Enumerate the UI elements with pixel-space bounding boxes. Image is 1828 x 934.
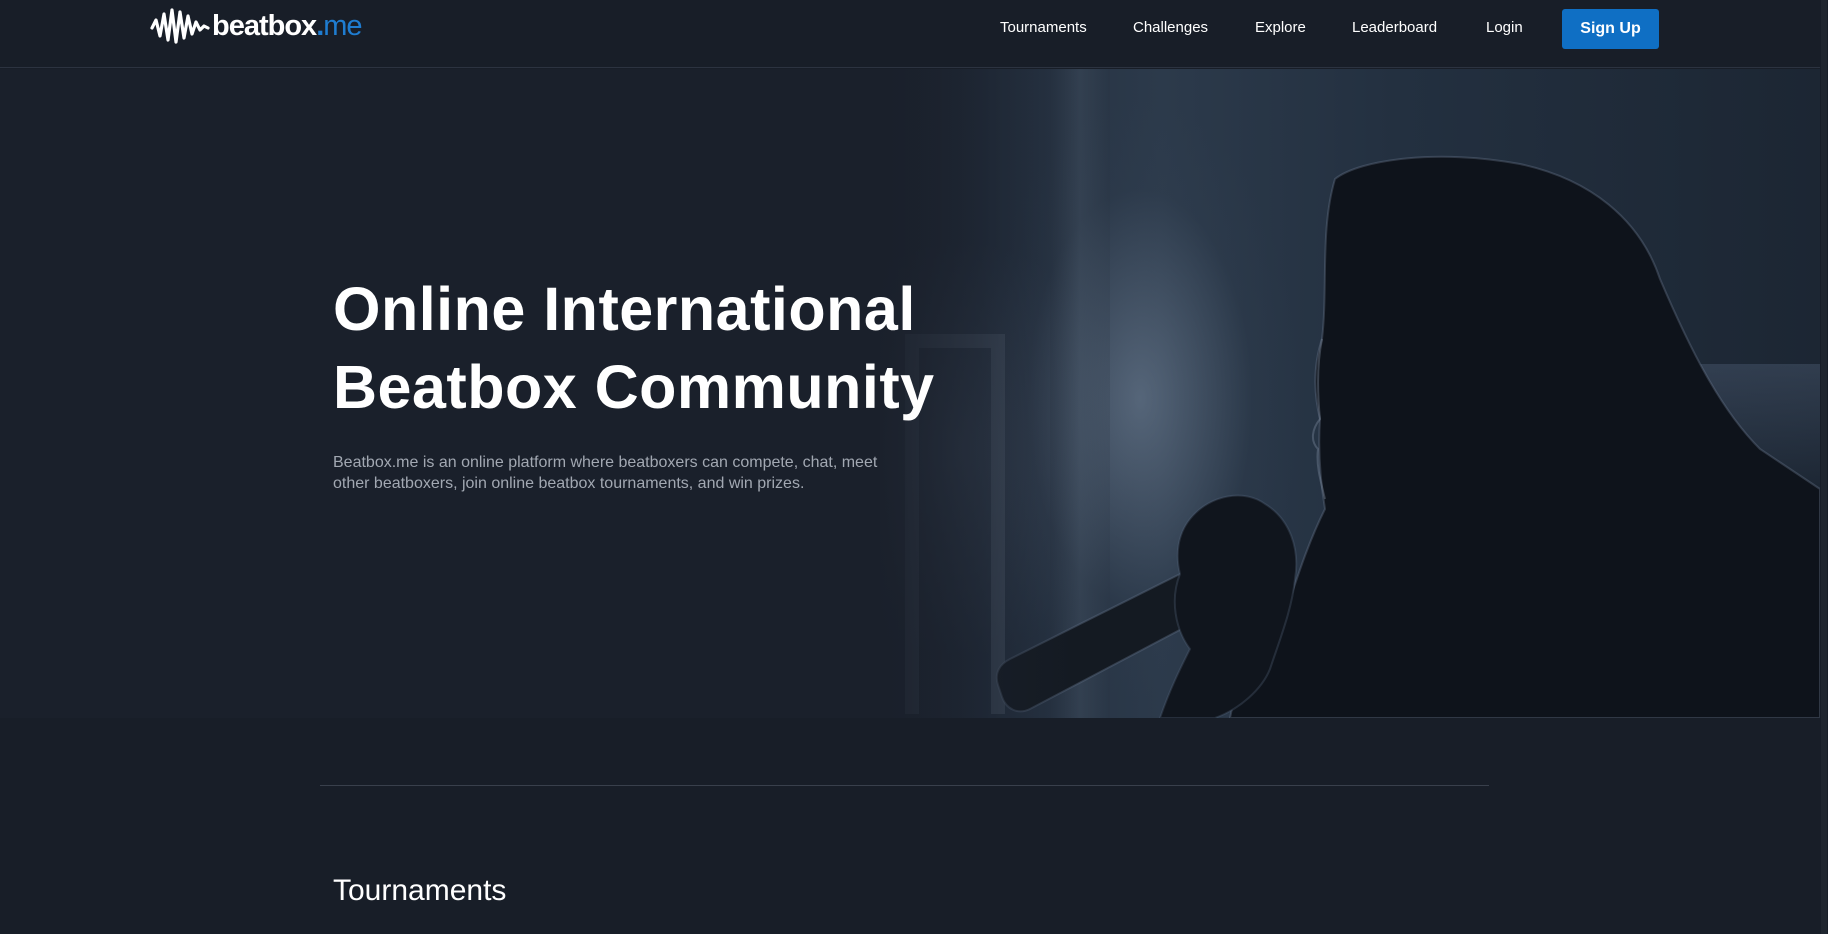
hero-description: Beatbox.me is an online platform where b… xyxy=(333,452,903,494)
beatbox-logo[interactable]: beatbox. me xyxy=(150,6,363,46)
hero-description-line-1: Beatbox.me is an online platform where b… xyxy=(333,454,878,471)
logo-dot: . xyxy=(316,9,324,42)
sign-up-button[interactable]: Sign Up xyxy=(1562,9,1659,49)
nav-leaderboard[interactable]: Leaderboard xyxy=(1352,19,1437,36)
nav-tournaments[interactable]: Tournaments xyxy=(1000,19,1087,36)
hero-title-line-1: Online International xyxy=(333,275,916,343)
logo-wordmark: beatbox xyxy=(212,9,317,42)
tournaments-section-title: Tournaments xyxy=(333,874,507,907)
hero-title: Online International Beatbox Community xyxy=(333,270,1033,426)
waveform-icon xyxy=(150,8,210,44)
nav-explore[interactable]: Explore xyxy=(1255,19,1306,36)
section-divider xyxy=(320,785,1489,786)
hero-description-line-2: other beatboxers, join online beatbox to… xyxy=(333,475,805,492)
hero-title-line-2: Beatbox Community xyxy=(333,353,935,421)
nav-login[interactable]: Login xyxy=(1486,19,1523,36)
scrollbar-thumb[interactable] xyxy=(1821,0,1827,934)
site-header: beatbox. me Tournaments Challenges Explor… xyxy=(0,0,1828,68)
logo-suffix: me xyxy=(323,9,362,42)
nav-challenges[interactable]: Challenges xyxy=(1133,19,1208,36)
page: beatbox. me Tournaments Challenges Explor… xyxy=(0,0,1828,934)
